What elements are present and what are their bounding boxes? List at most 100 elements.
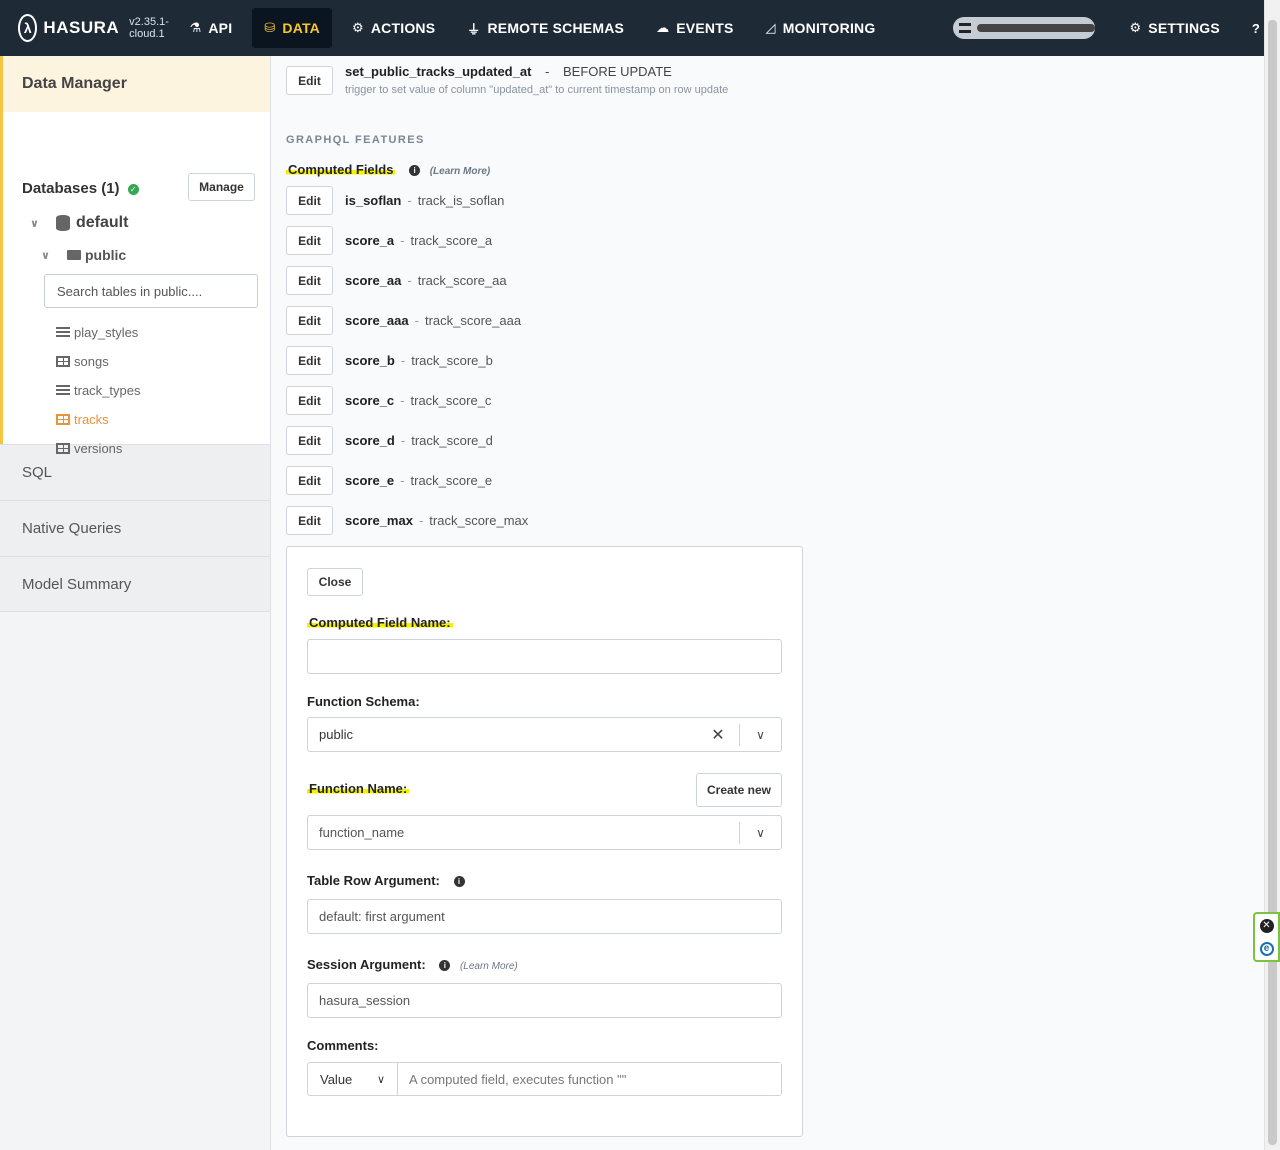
- table-item-play-styles[interactable]: play_styles: [56, 318, 140, 347]
- computed-field-function: track_score_aaa: [424, 313, 522, 328]
- create-new-function-button[interactable]: Create new: [696, 773, 782, 807]
- table-row-argument-input[interactable]: [307, 899, 782, 934]
- computed-field-name: score_aaa: [345, 313, 409, 328]
- trigger-description: trigger to set value of column "updated_…: [345, 84, 729, 96]
- info-icon[interactable]: i: [453, 876, 465, 888]
- separator: -: [400, 353, 406, 368]
- check-circle-icon: ✓: [127, 183, 139, 195]
- table-icon: [56, 414, 70, 425]
- nav-events[interactable]: ☁ EVENTS: [644, 0, 745, 56]
- gear-icon: ⚙: [1129, 20, 1142, 35]
- comment-field-group: Value ∨: [307, 1062, 782, 1096]
- comment-type-select[interactable]: Value ∨: [308, 1063, 398, 1095]
- main-content: Edit set_public_tracks_updated_at - BEFO…: [271, 56, 1264, 1150]
- computed-field-function: track_score_e: [410, 473, 493, 488]
- table-item-versions[interactable]: versions: [56, 434, 140, 463]
- computed-field-row: Edit score_e - track_score_e: [286, 466, 786, 496]
- comment-input[interactable]: [398, 1063, 781, 1095]
- computed-field-name-input[interactable]: [307, 639, 782, 674]
- databases-label: Databases (1) ✓: [22, 180, 139, 197]
- nav-settings[interactable]: ⚙ SETTINGS: [1117, 0, 1231, 56]
- edit-computed-field-button[interactable]: Edit: [286, 226, 333, 255]
- edit-computed-field-button[interactable]: Edit: [286, 386, 333, 415]
- table-icon: [56, 356, 70, 367]
- function-name-select[interactable]: function_name ∨: [307, 815, 782, 850]
- separator: -: [400, 233, 405, 248]
- edit-computed-field-button[interactable]: Edit: [286, 266, 333, 295]
- sidebar-section-model-summary[interactable]: Model Summary: [0, 556, 270, 612]
- computed-field-function: track_is_soflan: [417, 193, 505, 208]
- computed-field-text: score_b - track_score_b: [345, 353, 493, 368]
- session-learn-more-link[interactable]: (Learn More): [460, 961, 518, 972]
- computed-field-row: Edit score_a - track_score_a: [286, 226, 786, 256]
- nav-actions[interactable]: ⚙ ACTIONS: [340, 0, 447, 56]
- table-item-tracks[interactable]: tracks: [56, 405, 140, 434]
- database-node-default[interactable]: ∨ default: [30, 214, 128, 232]
- computed-field-function: track_score_a: [410, 233, 493, 248]
- table-name: track_types: [74, 383, 141, 398]
- project-selector[interactable]: [953, 17, 1096, 39]
- vertical-scrollbar[interactable]: [1264, 0, 1280, 1150]
- computed-field-name-label: Computed Field Name:: [307, 615, 453, 630]
- databases-count: Databases (1): [22, 180, 120, 197]
- chevron-down-icon[interactable]: ∨: [30, 217, 50, 230]
- table-item-songs[interactable]: songs: [56, 347, 140, 376]
- nav-data[interactable]: ⛁ DATA: [252, 8, 332, 48]
- edit-computed-field-button[interactable]: Edit: [286, 506, 333, 535]
- session-argument-input[interactable]: [307, 983, 782, 1018]
- table-name: versions: [74, 441, 123, 456]
- sidebar-section-native-queries[interactable]: Native Queries: [0, 500, 270, 556]
- computed-field-row: Edit score_b - track_score_b: [286, 346, 786, 376]
- table-name: tracks: [74, 412, 109, 427]
- comments-label: Comments:: [307, 1038, 379, 1053]
- separator: -: [400, 433, 406, 448]
- nav-label: API: [208, 20, 233, 36]
- trigger-name: set_public_tracks_updated_at: [345, 64, 532, 79]
- trigger-timing: BEFORE UPDATE: [563, 64, 672, 79]
- nav-hel[interactable]: ?HEL: [1240, 0, 1264, 56]
- edit-trigger-button[interactable]: Edit: [286, 66, 333, 95]
- clear-icon[interactable]: ✕: [697, 725, 739, 745]
- manage-button[interactable]: Manage: [188, 173, 255, 201]
- function-schema-select[interactable]: public ✕ ∨: [307, 717, 782, 752]
- separator: -: [407, 193, 412, 208]
- nav-monitoring[interactable]: ◿ MONITORING: [753, 0, 887, 56]
- close-button[interactable]: Close: [307, 568, 363, 596]
- edit-computed-field-button[interactable]: Edit: [286, 306, 333, 335]
- computed-field-text: score_a - track_score_a: [345, 233, 492, 248]
- computed-field-name: score_max: [345, 513, 413, 528]
- close-extension-icon[interactable]: ✕: [1259, 918, 1274, 933]
- scrollbar-thumb[interactable]: [1268, 20, 1277, 1145]
- flask-icon: ⚗: [189, 20, 202, 35]
- table-name: songs: [74, 354, 109, 369]
- info-icon[interactable]: i: [439, 960, 451, 972]
- chevron-down-icon[interactable]: ∨: [41, 249, 61, 262]
- data-manager-header[interactable]: Data Manager: [0, 56, 270, 112]
- browser-extension-widget[interactable]: ✕ e: [1253, 912, 1280, 962]
- separator: -: [418, 513, 424, 528]
- nav-api[interactable]: ⚗ API: [177, 0, 244, 56]
- computed-field-row: Edit is_soflan - track_is_soflan: [286, 186, 786, 216]
- folder-open-icon: [67, 250, 81, 260]
- table-item-track-types[interactable]: track_types: [56, 376, 140, 405]
- learn-more-link[interactable]: (Learn More): [430, 166, 491, 177]
- computed-field-row: Edit score_aaa - track_score_aaa: [286, 306, 786, 336]
- nav-remote-schemas[interactable]: ⏚ REMOTE SCHEMAS: [455, 0, 636, 56]
- extension-logo-icon[interactable]: e: [1259, 941, 1274, 956]
- edit-computed-field-button[interactable]: Edit: [286, 346, 333, 375]
- computed-field-name: score_aa: [345, 273, 402, 288]
- info-icon[interactable]: i: [409, 165, 421, 177]
- sidebar: Data Manager Databases (1) ✓ Manage ∨ de…: [0, 56, 271, 1150]
- computed-field-name: score_e: [345, 473, 395, 488]
- edit-computed-field-button[interactable]: Edit: [286, 426, 333, 455]
- computed-field-function: track_score_max: [429, 513, 529, 528]
- edit-computed-field-button[interactable]: Edit: [286, 466, 333, 495]
- edit-computed-field-button[interactable]: Edit: [286, 186, 333, 215]
- chevron-down-icon[interactable]: ∨: [740, 728, 781, 742]
- function-name-label: Function Name:: [307, 781, 410, 796]
- brand[interactable]: λ HASURA v2.35.1-cloud.1: [0, 0, 177, 56]
- computed-field-name: score_a: [345, 233, 395, 248]
- search-tables-input[interactable]: [44, 274, 258, 308]
- schema-node-public[interactable]: ∨ public: [41, 247, 126, 263]
- chevron-down-icon[interactable]: ∨: [740, 826, 781, 840]
